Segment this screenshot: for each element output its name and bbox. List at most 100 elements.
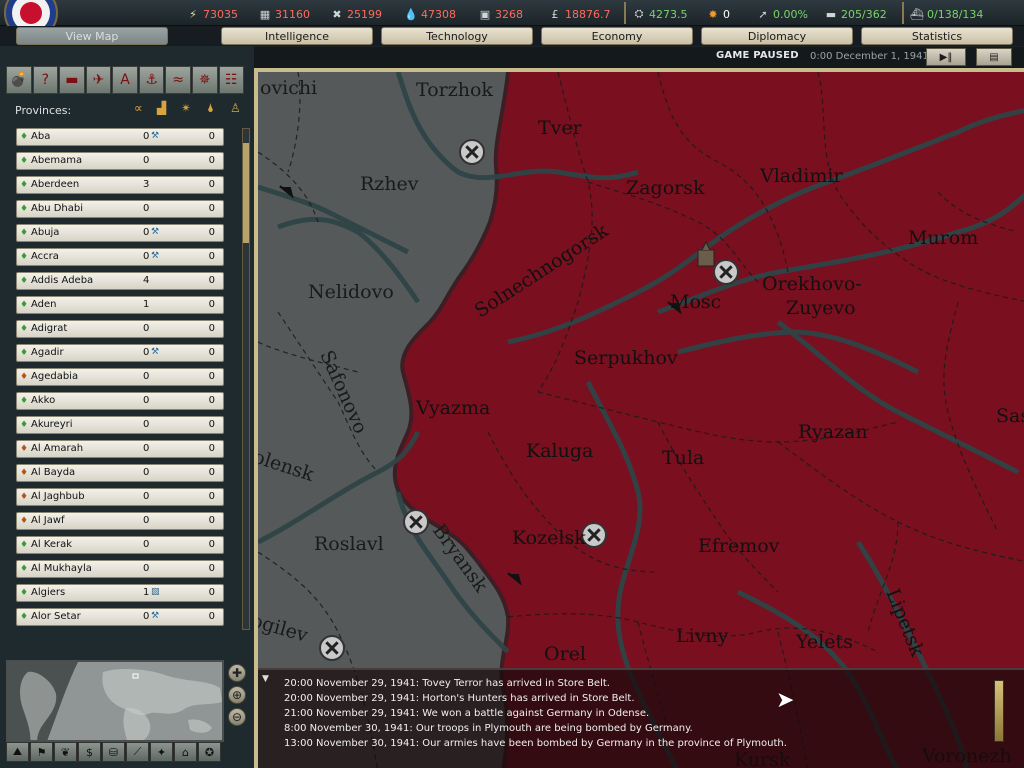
province-row[interactable]: ♦ Al Jaghbub 0 0 [16, 488, 224, 506]
tab-view-map[interactable]: View Map [16, 27, 168, 45]
city-label[interactable]: Livny [676, 625, 729, 647]
rocket-value: 0.00% [773, 7, 808, 21]
resource-bar: ⚡ 73035 ▦ 31160 ✖ 25199 💧 47308 ▣ 3268 £… [0, 0, 1024, 40]
zoom-fit-button[interactable]: ✚ [228, 664, 246, 682]
tab-statistics[interactable]: Statistics [861, 27, 1013, 45]
city-label[interactable]: Rzhev [360, 173, 419, 195]
aircraft-icon[interactable]: ✈ [85, 66, 112, 94]
resource-mode-icon[interactable]: ⛁ [102, 742, 125, 762]
army-icon[interactable]: A [112, 66, 138, 94]
province-row[interactable]: ♦ Aden 1 0 [16, 296, 224, 314]
province-row[interactable]: ♦ Addis Adeba 4 0 [16, 272, 224, 290]
city-label[interactable]: Murom [908, 227, 978, 249]
province-row[interactable]: ♦ Abemama 0 0 [16, 152, 224, 170]
city-label[interactable]: Kozelsk [512, 527, 586, 549]
province-row[interactable]: ♦ Agedabia 0 0 [16, 368, 224, 386]
province-row[interactable]: ♦ Accra 0 ⚒ 0 [16, 248, 224, 266]
province-ic-value: 0 [143, 395, 150, 406]
province-row[interactable]: ♦ Algiers 1 ▧ 0 [16, 584, 224, 602]
tab-intelligence[interactable]: Intelligence [221, 27, 373, 45]
log-scrollbar[interactable] [994, 680, 1004, 742]
star-icon[interactable]: ✵ [191, 66, 218, 94]
settings-list-icon[interactable]: ☷ [218, 66, 245, 94]
anchor-icon[interactable]: ⚓ [138, 66, 165, 94]
collapse-log-icon[interactable]: ▼ [262, 674, 269, 684]
sort-alpha-icon[interactable]: ∝ [134, 101, 143, 115]
zoom-in-button[interactable]: ⊕ [228, 686, 246, 704]
province-row[interactable]: ♦ Aberdeen 3 0 [16, 176, 224, 194]
sort-resource-icon[interactable]: ✴ [181, 101, 191, 115]
bomb-mission-icon[interactable]: 💣 [6, 66, 32, 94]
city-label[interactable]: Orekhovo- [762, 273, 862, 295]
sort-industry-icon[interactable]: ▟ [157, 101, 166, 115]
city-label[interactable]: Yelets [795, 631, 853, 653]
province-row[interactable]: ♦ Abuja 0 ⚒ 0 [16, 224, 224, 242]
region-mode-icon[interactable]: ⌂ [174, 742, 197, 762]
province-row[interactable]: ♦ Abu Dhabi 0 0 [16, 200, 224, 218]
city-label[interactable]: Mosc [670, 291, 721, 313]
province-ic-value: 0 [143, 347, 150, 358]
city-label[interactable]: Vyazma [415, 397, 490, 419]
supply-mode-icon[interactable]: ⟋ [126, 742, 149, 762]
city-label[interactable]: Roslavl [314, 533, 384, 555]
minimap-controls: ✚ ⊕ ⊖ [228, 664, 248, 740]
mouse-cursor-icon: ➤ [776, 688, 795, 713]
city-label[interactable]: Serpukhov [574, 347, 678, 369]
sort-manpower-icon[interactable]: ♙ [230, 101, 241, 115]
province-row[interactable]: ♦ Aba 0 ⚒ 0 [16, 128, 224, 146]
province-ic-value: 0 [143, 203, 150, 214]
help-icon[interactable]: ? [32, 66, 59, 94]
province-row[interactable]: ♦ Adigrat 0 0 [16, 320, 224, 338]
play-pause-button[interactable]: ▶‖ [926, 48, 966, 66]
world-minimap[interactable] [6, 660, 224, 742]
province-name: Akko [31, 395, 56, 406]
province-row[interactable]: ♦ Al Bayda 0 0 [16, 464, 224, 482]
city-label[interactable]: Vladimir [759, 165, 843, 187]
theatre-mode-icon[interactable]: ✪ [198, 742, 221, 762]
tab-economy[interactable]: Economy [541, 27, 693, 45]
weather-mode-icon[interactable]: ❦ [54, 742, 77, 762]
province-row[interactable]: ♦ Akko 0 0 [16, 392, 224, 410]
terrain-mode-icon[interactable]: ⛰ [6, 742, 29, 762]
city-label[interactable]: Kaluga [526, 440, 593, 462]
province-name: Abuja [31, 227, 60, 238]
city-label[interactable]: Tver [538, 117, 583, 139]
tab-diplomacy[interactable]: Diplomacy [701, 27, 853, 45]
city-label[interactable]: Efremov [698, 535, 780, 557]
city-label[interactable]: Tula [662, 447, 704, 469]
tab-technology[interactable]: Technology [381, 27, 533, 45]
city-label[interactable]: ovichi [260, 77, 317, 99]
province-name: Abemama [31, 155, 83, 166]
convoy-route-icon[interactable]: ≈ [165, 66, 191, 94]
main-map[interactable]: Tver Zagorsk Vladimir Murom Orekhovo- Zu… [254, 68, 1024, 768]
province-row[interactable]: ♦ Al Jawf 0 0 [16, 512, 224, 530]
zoom-out-button[interactable]: ⊖ [228, 708, 246, 726]
city-label[interactable]: Ryazan [798, 421, 868, 443]
unit-toolbar: 💣 ? ▬ ✈ A ⚓ ≈ ✵ ☷ [6, 66, 245, 94]
province-row[interactable]: ♦ Al Mukhayla 0 0 [16, 560, 224, 578]
scrollbar-thumb[interactable] [243, 143, 249, 243]
city-label[interactable]: Torzhok [416, 79, 493, 101]
province-row[interactable]: ♦ Alor Setar 0 ⚒ 0 [16, 608, 224, 626]
provinces-scrollbar[interactable] [242, 128, 250, 630]
city-label[interactable]: Nelidovo [308, 281, 394, 303]
sort-oil-icon[interactable]: 🌢 [207, 101, 214, 116]
city-label[interactable]: Zuyevo [786, 297, 856, 319]
province-row[interactable]: ♦ Al Amarah 0 0 [16, 440, 224, 458]
city-label[interactable]: Zagorsk [626, 177, 705, 199]
province-name: Al Amarah [31, 443, 84, 454]
play-pause-icon: ▶‖ [939, 51, 953, 63]
province-ic-value: 0 [143, 539, 150, 550]
province-row[interactable]: ♦ Akureyri 0 0 [16, 416, 224, 434]
city-label[interactable]: Orel [544, 643, 586, 665]
main-menu-button[interactable]: ▤ [976, 48, 1012, 66]
economy-mode-icon[interactable]: $ [78, 742, 101, 762]
province-row[interactable]: ♦ Al Kerak 0 0 [16, 536, 224, 554]
city-label[interactable]: Saso [996, 405, 1024, 427]
diplomatic-mode-icon[interactable]: ✦ [150, 742, 173, 762]
province-ic-value: 0 [143, 227, 150, 238]
tank-icon[interactable]: ▬ [59, 66, 85, 94]
province-row[interactable]: ♦ Agadir 0 ⚒ 0 [16, 344, 224, 362]
province-flag-icon: ♦ [20, 180, 29, 190]
political-mode-icon[interactable]: ⚑ [30, 742, 53, 762]
